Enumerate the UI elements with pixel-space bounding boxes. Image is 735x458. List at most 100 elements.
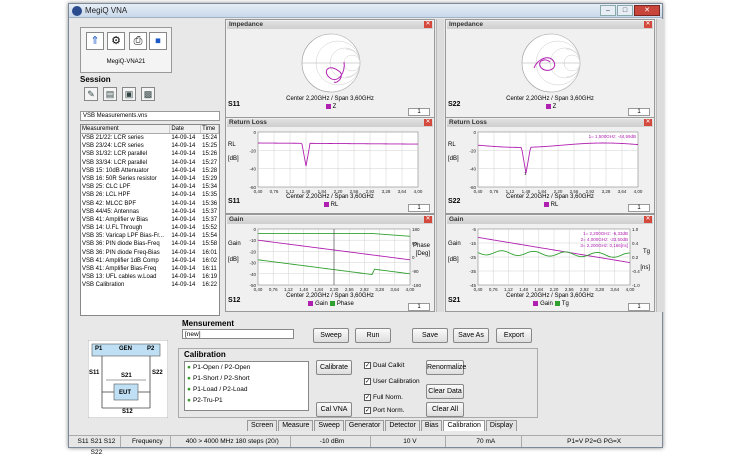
cell: VSB 26: LCL HPF <box>82 192 131 199</box>
cell: 15:25 <box>202 143 218 150</box>
measurement-row[interactable]: VSB 33/34: LCR parallel 14-09-14 15:27 <box>81 159 219 167</box>
connect-icon[interactable]: ⇑ <box>86 32 104 50</box>
close-icon[interactable]: ✕ <box>644 21 652 28</box>
measurement-row[interactable]: VSB 41: Amplifier 1dB Comp 14-09-14 16:02 <box>81 257 219 265</box>
save-as-session-icon[interactable]: ▩ <box>141 87 155 101</box>
new-session-icon[interactable]: ✎ <box>84 87 98 101</box>
return-loss-s22-chart: 0,40 0,76 1,12 1,48 1,84 2,20 2,56 2,92 3,28 3,64… <box>469 130 642 194</box>
col-measurement[interactable]: Measurement <box>81 125 171 133</box>
clear-data-button[interactable]: Clear Data <box>426 384 464 399</box>
close-icon[interactable]: ✕ <box>424 21 432 28</box>
measurement-row[interactable]: VSB 14: U.FL Through 14-09-14 15:52 <box>81 224 219 232</box>
renormalize-button[interactable]: Renormalize <box>426 360 466 375</box>
calibration-step[interactable]: ● P1-Short / P2-Short <box>185 373 308 384</box>
measurement-row[interactable]: VSB 31/32: LCR parallel 14-09-14 15:26 <box>81 150 219 158</box>
open-session-icon[interactable]: ▤ <box>103 87 117 101</box>
measurement-row[interactable]: VSB 21/22: LCR series 14-09-14 15:24 <box>81 134 219 142</box>
close-icon[interactable]: ✕ <box>644 119 652 126</box>
cell: VSB 13: UFL cables w.Load <box>82 274 157 281</box>
col-time[interactable]: Time <box>201 125 219 133</box>
measurement-row[interactable]: VSB 23/24: LCR series 14-09-14 15:25 <box>81 142 219 150</box>
calibration-step[interactable]: ● P2-Tru-P1 <box>185 395 308 406</box>
y-tick-label: -40 <box>249 167 256 172</box>
save-button[interactable]: Save <box>412 328 448 343</box>
print-icon[interactable]: ⎙ <box>129 32 147 50</box>
cell: 14-09-14 <box>171 200 196 207</box>
scrollbar[interactable] <box>436 117 444 214</box>
tab-detector[interactable]: Detector <box>385 420 420 431</box>
tab-measure[interactable]: Measure <box>278 420 314 431</box>
calibration-step[interactable]: ● P1-Open / P2-Open <box>185 362 308 373</box>
measurement-row[interactable]: VSB 41: Amplifier w Bias 14-09-14 15:37 <box>81 216 219 224</box>
scrollbar[interactable] <box>436 19 444 118</box>
calibration-step[interactable]: ● P1-Load / P2-Load <box>185 384 308 395</box>
measurement-row[interactable]: VSB 13: UFL cables w.Load 14-09-14 16:19 <box>81 273 219 281</box>
scrollbar[interactable] <box>436 214 444 312</box>
scrollbar[interactable] <box>656 117 664 214</box>
scrollbar[interactable] <box>656 214 664 312</box>
close-button[interactable]: ✕ <box>634 5 660 16</box>
x-tick-label: 3,64 <box>390 287 399 292</box>
settings-icon[interactable]: ⚙ <box>107 32 125 50</box>
tab-calibration[interactable]: Calibration <box>443 420 485 431</box>
tab-display[interactable]: Display <box>485 420 517 431</box>
measurement-row[interactable]: VSB 36: PIN diode Freq-Bias 14-09-14 16:01 <box>81 249 219 257</box>
page-spinner[interactable]: 1 <box>408 204 430 212</box>
run-button[interactable]: Run <box>355 328 391 343</box>
measurement-row[interactable]: VSB 42: MLCC BPF 14-09-14 15:36 <box>81 200 219 208</box>
calibrate-button[interactable]: Calibrate <box>316 360 352 375</box>
status-ports: P1=V P2=G PG=X <box>567 438 622 445</box>
full-norm-checkbox[interactable]: ✓ Full Norm. <box>364 394 403 401</box>
page-spinner[interactable]: 1 <box>408 108 430 116</box>
user-calibration-checkbox[interactable]: ✓ User Calibration <box>364 378 420 385</box>
close-icon[interactable]: ✕ <box>644 216 652 223</box>
sweep-button[interactable]: Sweep <box>313 328 349 343</box>
maximize-button[interactable]: □ <box>617 5 633 16</box>
dual-calkit-checkbox[interactable]: ✓ Dual Calkit <box>364 362 404 369</box>
measurement-row[interactable]: VSB 41: Amplifier Bias-Freq 14-09-14 16:11 <box>81 265 219 273</box>
measurement-row[interactable]: VSB 26: LCL HPF 14-09-14 15:35 <box>81 191 219 199</box>
cell: 14-09-14 <box>171 135 196 141</box>
page-spinner[interactable]: 1 <box>628 108 650 116</box>
page-spinner[interactable]: 1 <box>628 303 650 311</box>
stop-icon[interactable]: ⏹ <box>149 32 167 50</box>
y-tick-label: 0 <box>253 130 256 135</box>
tab-generator[interactable]: Generator <box>344 420 385 431</box>
measurement-row[interactable]: VSB 25: CLC LPF 14-09-14 15:34 <box>81 183 219 191</box>
tab-screen[interactable]: Screen <box>247 420 278 431</box>
measurement-row[interactable]: VSB 16: 50R Series resistor 14-09-14 15:29 <box>81 175 219 183</box>
measurement-row[interactable]: VSB 44/45: Antennas 14-09-14 15:37 <box>81 208 219 216</box>
calibration-steps-list[interactable]: ● P1-Open / P2-Open ● P1-Short / P2-Short ● P… <box>184 361 309 411</box>
device-name: MegiQ-VNA21 <box>106 59 146 65</box>
save-session-icon[interactable]: ▣ <box>122 87 136 101</box>
measurement-row[interactable]: VSB 35: Varicap LPF Bias-Fr... 14-09-14 15… <box>81 232 219 240</box>
measurement-row[interactable]: VSB 15: 10dB Attenuator 14-09-14 15:28 <box>81 167 219 175</box>
cal-vna-button[interactable]: Cal VNA <box>316 402 352 417</box>
page-spinner[interactable]: 1 <box>408 303 430 311</box>
col-date[interactable]: Date <box>170 125 202 133</box>
cell: VSB 35: Varicap LPF Bias-Fr... <box>82 233 164 240</box>
x-tick-label: 2,56 <box>565 287 574 292</box>
center-span: Center 2,20GHz / Span 3,60GHz <box>286 293 374 299</box>
save-as-button[interactable]: Save As <box>453 328 489 343</box>
close-icon[interactable]: ✕ <box>424 216 432 223</box>
close-icon[interactable]: ✕ <box>424 119 432 126</box>
scrollbar[interactable] <box>656 19 664 118</box>
y2-tick-label: 0.2 <box>632 255 639 260</box>
tab-bias[interactable]: Bias <box>420 420 443 431</box>
measurement-row[interactable]: VSB Calibration 14-09-14 16:22 <box>81 281 219 289</box>
measurement-row[interactable]: VSB 36: PIN diode Bias-Freq 14-09-14 15:58 <box>81 240 219 248</box>
calibration-step-label: P1-Open / P2-Open <box>192 364 251 371</box>
cell: 14-09-14 <box>171 241 196 248</box>
export-button[interactable]: Export <box>496 328 532 343</box>
minimize-button[interactable]: – <box>600 5 616 16</box>
tab-sweep[interactable]: Sweep <box>314 420 344 431</box>
measurement-name-input[interactable]: [new] <box>182 329 294 339</box>
calibration-step-label: P1-Short / P2-Short <box>192 375 250 382</box>
measurement-list[interactable]: Measurement Date Time VSB 21/22: LCR ser… <box>80 124 220 316</box>
cell: 16:19 <box>202 274 218 281</box>
clear-all-button[interactable]: Clear All <box>426 402 464 417</box>
page-spinner[interactable]: 1 <box>628 204 650 212</box>
status-power: -10 dBm <box>291 436 371 447</box>
port-norm-checkbox[interactable]: ✓ Port Norm. <box>364 407 404 414</box>
